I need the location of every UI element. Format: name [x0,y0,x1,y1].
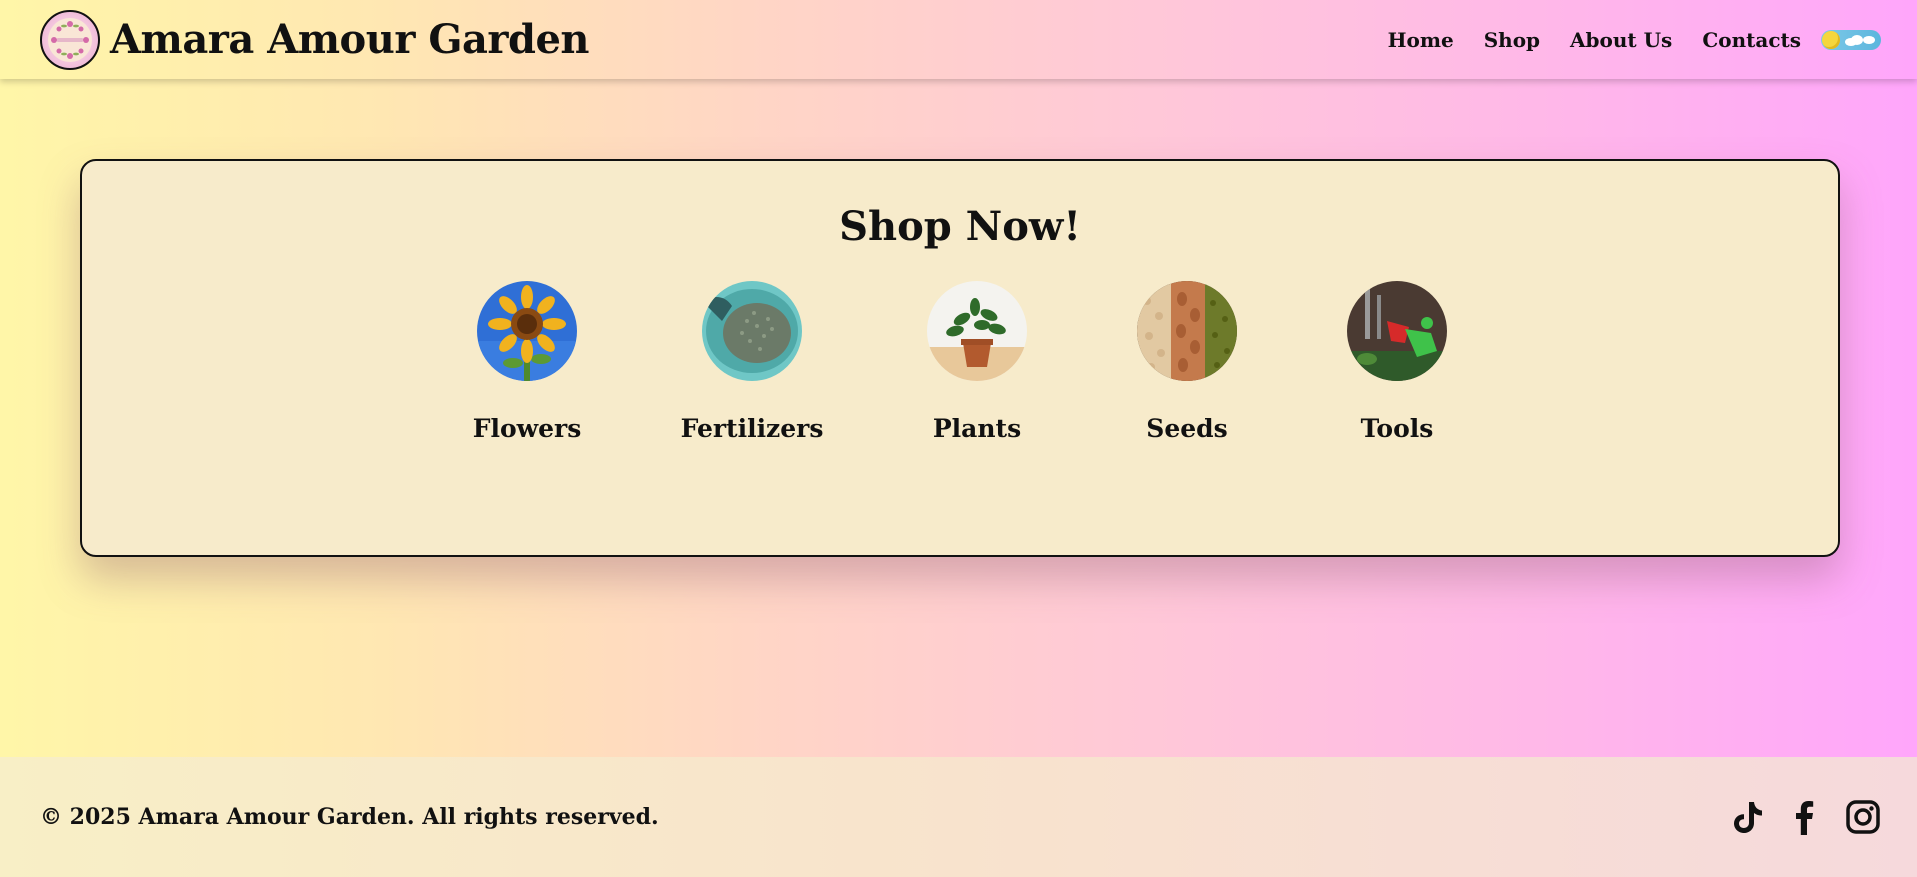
category-tools[interactable]: Tools [1317,281,1477,443]
nav-shop[interactable]: Shop [1484,28,1540,52]
flower-wreath-logo-icon[interactable] [40,9,100,70]
nav-about-us[interactable]: About Us [1570,28,1672,52]
category-label[interactable]: Flowers [447,414,607,443]
potted-plant-photo[interactable] [927,281,1027,381]
main-nav: Home Shop About Us Contacts [1388,28,1881,52]
theme-toggle[interactable] [1821,29,1881,50]
category-fertilizers[interactable]: Fertilizers [672,281,832,443]
fertilizer-granules-photo[interactable] [702,281,802,381]
category-label[interactable]: Tools [1317,414,1477,443]
category-label[interactable]: Plants [897,414,1057,443]
site-title[interactable]: Amara Amour Garden [110,16,589,63]
garden-tools-photo[interactable] [1347,281,1447,381]
site-header: Amara Amour Garden Home Shop About Us Co… [0,0,1917,79]
sunflower-photo[interactable] [477,281,577,381]
category-flowers[interactable]: Flowers [447,281,607,443]
shop-card: Shop Now! Flowers Fertilizers Plants See… [80,159,1840,557]
sun-icon [1822,30,1840,49]
shop-title: Shop Now! [839,203,1081,250]
copyright-text: © 2025 Amara Amour Garden. All rights re… [40,804,659,830]
facebook-icon[interactable] [1787,799,1823,835]
category-label[interactable]: Fertilizers [672,414,832,443]
site-footer: © 2025 Amara Amour Garden. All rights re… [0,757,1917,877]
category-label[interactable]: Seeds [1107,414,1267,443]
brand[interactable]: Amara Amour Garden [40,9,589,70]
instagram-icon[interactable] [1845,799,1881,835]
nav-home[interactable]: Home [1388,28,1454,52]
tiktok-icon[interactable] [1729,799,1765,835]
social-links [1729,799,1881,835]
seeds-photo[interactable] [1137,281,1237,381]
category-seeds[interactable]: Seeds [1107,281,1267,443]
cloud-icon [1845,34,1875,46]
category-plants[interactable]: Plants [897,281,1057,443]
nav-contacts[interactable]: Contacts [1702,28,1801,52]
